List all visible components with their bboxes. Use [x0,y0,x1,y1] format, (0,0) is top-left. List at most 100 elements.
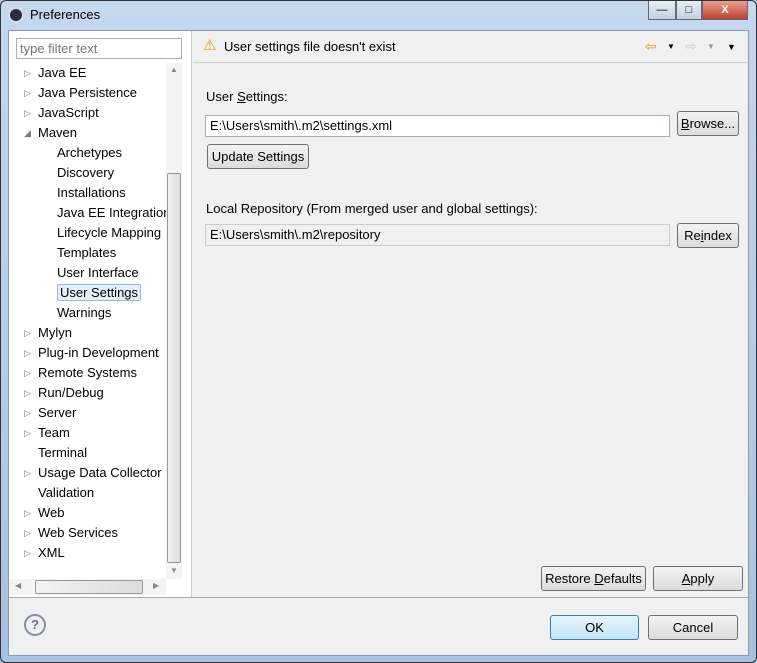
tree-item[interactable]: Validation [38,483,94,503]
expand-arrow-icon[interactable]: ▷ [24,363,31,383]
tree-item[interactable]: ▷ Remote Systems [24,363,137,383]
maximize-button[interactable]: □ [676,1,702,20]
tree-item[interactable]: ▷ Web Services [24,523,118,543]
tree-item-label: Java EE Integration [57,205,171,220]
tree-item-label: Server [38,405,77,420]
update-settings-button[interactable]: Update Settings [207,144,309,169]
expand-arrow-icon[interactable]: ▷ [24,523,31,543]
dialog-body: ▷ Java EE ▷ Java Persistence ▷ JavaScript ◢ Mav… [8,30,750,656]
expand-arrow-icon[interactable]: ▷ [24,83,31,103]
tree-item[interactable]: ▷ Mylyn [24,323,72,343]
minimize-button[interactable]: — [648,1,676,20]
tree-item[interactable]: Installations [57,183,126,203]
tree-item[interactable]: ▷ Web [24,503,65,523]
tree-item[interactable]: Templates [57,243,116,263]
collapse-arrow-icon[interactable]: ◢ [24,123,31,143]
tree-item[interactable]: ▷ JavaScript [24,103,99,123]
tree-item[interactable]: Discovery [57,163,114,183]
tree-item[interactable]: ▷ Team [24,423,70,443]
tree-item-label: Java EE [38,65,87,80]
window-title: Preferences [30,7,101,22]
hscroll-thumb[interactable] [35,580,143,594]
apply-button[interactable]: Apply [653,566,743,591]
tree-item-label: Team [38,425,70,440]
tree-item[interactable]: ▷ XML [24,543,65,563]
tree-item-label: Web Services [38,525,118,540]
tree-item[interactable]: ▷ Java EE [24,63,87,83]
warning-icon: ⚠ [203,37,217,54]
user-settings-input[interactable]: E:\Users\smith\.m2\settings.xml [205,115,670,137]
tree-item-label: Mylyn [38,325,72,340]
ok-button[interactable]: OK [550,615,639,640]
header-message: User settings file doesn't exist [224,39,396,54]
expand-arrow-icon[interactable]: ▷ [24,103,31,123]
tree-item-label: Terminal [38,445,88,460]
tree-item[interactable]: ▷ Plug-in Development [24,343,159,363]
scroll-down-icon[interactable]: ▼ [170,566,178,575]
expand-arrow-icon[interactable]: ▷ [24,423,31,443]
forward-arrow-icon[interactable]: ⇨ [685,38,697,55]
tree-item-label: Installations [57,185,126,200]
tree-item-label: Validation [38,485,95,500]
tree-item[interactable]: User Settings [57,283,142,303]
scroll-thumb[interactable] [167,173,181,563]
tree-item-label: Java Persistence [38,85,137,100]
scroll-left-icon[interactable]: ◀ [15,581,21,590]
tree-item-label: Discovery [57,165,115,180]
page-header: ⚠ User settings file doesn't exist ⇦ ▼ ⇨… [193,31,749,63]
expand-arrow-icon[interactable]: ▷ [24,503,31,523]
tree-item-label: Lifecycle Mapping [57,225,162,240]
scroll-up-icon[interactable]: ▲ [170,65,178,74]
tree-item[interactable]: Java EE Integration [57,203,170,223]
app-icon [8,7,24,23]
tree-item[interactable]: ▷ Run/Debug [24,383,104,403]
horizontal-scrollbar[interactable]: ◀ ▶ [9,579,166,595]
tree-item-label: User Settings [57,284,142,301]
tree-item-label: Usage Data Collector [38,465,162,480]
tree-item-label: XML [38,545,65,560]
tree-item[interactable]: Archetypes [57,143,122,163]
tree-item-label: Remote Systems [38,365,137,380]
reindex-button[interactable]: Reindex [677,223,739,248]
expand-arrow-icon[interactable]: ▷ [24,323,31,343]
tree-item-label: Warnings [57,305,112,320]
close-button[interactable]: X [702,1,748,20]
expand-arrow-icon[interactable]: ▷ [24,463,31,483]
tree-item[interactable]: ▷ Server [24,403,77,423]
expand-arrow-icon[interactable]: ▷ [24,403,31,423]
back-arrow-icon[interactable]: ⇦ [645,38,657,55]
tree-item-label: Run/Debug [38,385,104,400]
view-menu-icon[interactable]: ▼ [727,42,736,52]
forward-dropdown-icon[interactable]: ▼ [707,42,715,51]
tree-item-label: Templates [57,245,117,260]
scroll-right-icon[interactable]: ▶ [153,581,159,590]
vertical-scrollbar[interactable]: ▲ ▼ [166,63,182,579]
tree-item[interactable]: Warnings [57,303,111,323]
expand-arrow-icon[interactable]: ▷ [24,63,31,83]
local-repo-field: E:\Users\smith\.m2\repository [205,224,670,246]
expand-arrow-icon[interactable]: ▷ [24,543,31,563]
expand-arrow-icon[interactable]: ▷ [24,383,31,403]
filter-input[interactable] [16,38,182,59]
back-dropdown-icon[interactable]: ▼ [667,42,675,51]
expand-arrow-icon[interactable]: ▷ [24,343,31,363]
tree-item[interactable]: ▷ Java Persistence [24,83,137,103]
footer-divider [9,597,750,598]
browse-button[interactable]: Browse... [677,111,739,136]
cancel-button[interactable]: Cancel [648,615,738,640]
tree-item-label: Web [38,505,65,520]
preference-tree-panel: ▷ Java EE ▷ Java Persistence ▷ JavaScript ◢ Mav… [9,31,192,597]
tree-item[interactable]: Lifecycle Mapping [57,223,161,243]
tree-item-label: Archetypes [57,145,123,160]
help-icon[interactable]: ? [24,614,46,636]
local-repo-label: Local Repository (From merged user and g… [206,201,538,216]
tree-item-label: User Interface [57,265,139,280]
user-settings-label: User Settings: [206,89,288,104]
tree-item[interactable]: Terminal [38,443,87,463]
tree-item[interactable]: ◢ Maven [24,123,77,143]
tree-item-label: JavaScript [38,105,99,120]
tree-item[interactable]: ▷ Usage Data Collector [24,463,162,483]
tree-item[interactable]: User Interface [57,263,139,283]
restore-defaults-button[interactable]: Restore Defaults [541,566,646,591]
tree-item-label: Plug-in Development [38,345,159,360]
